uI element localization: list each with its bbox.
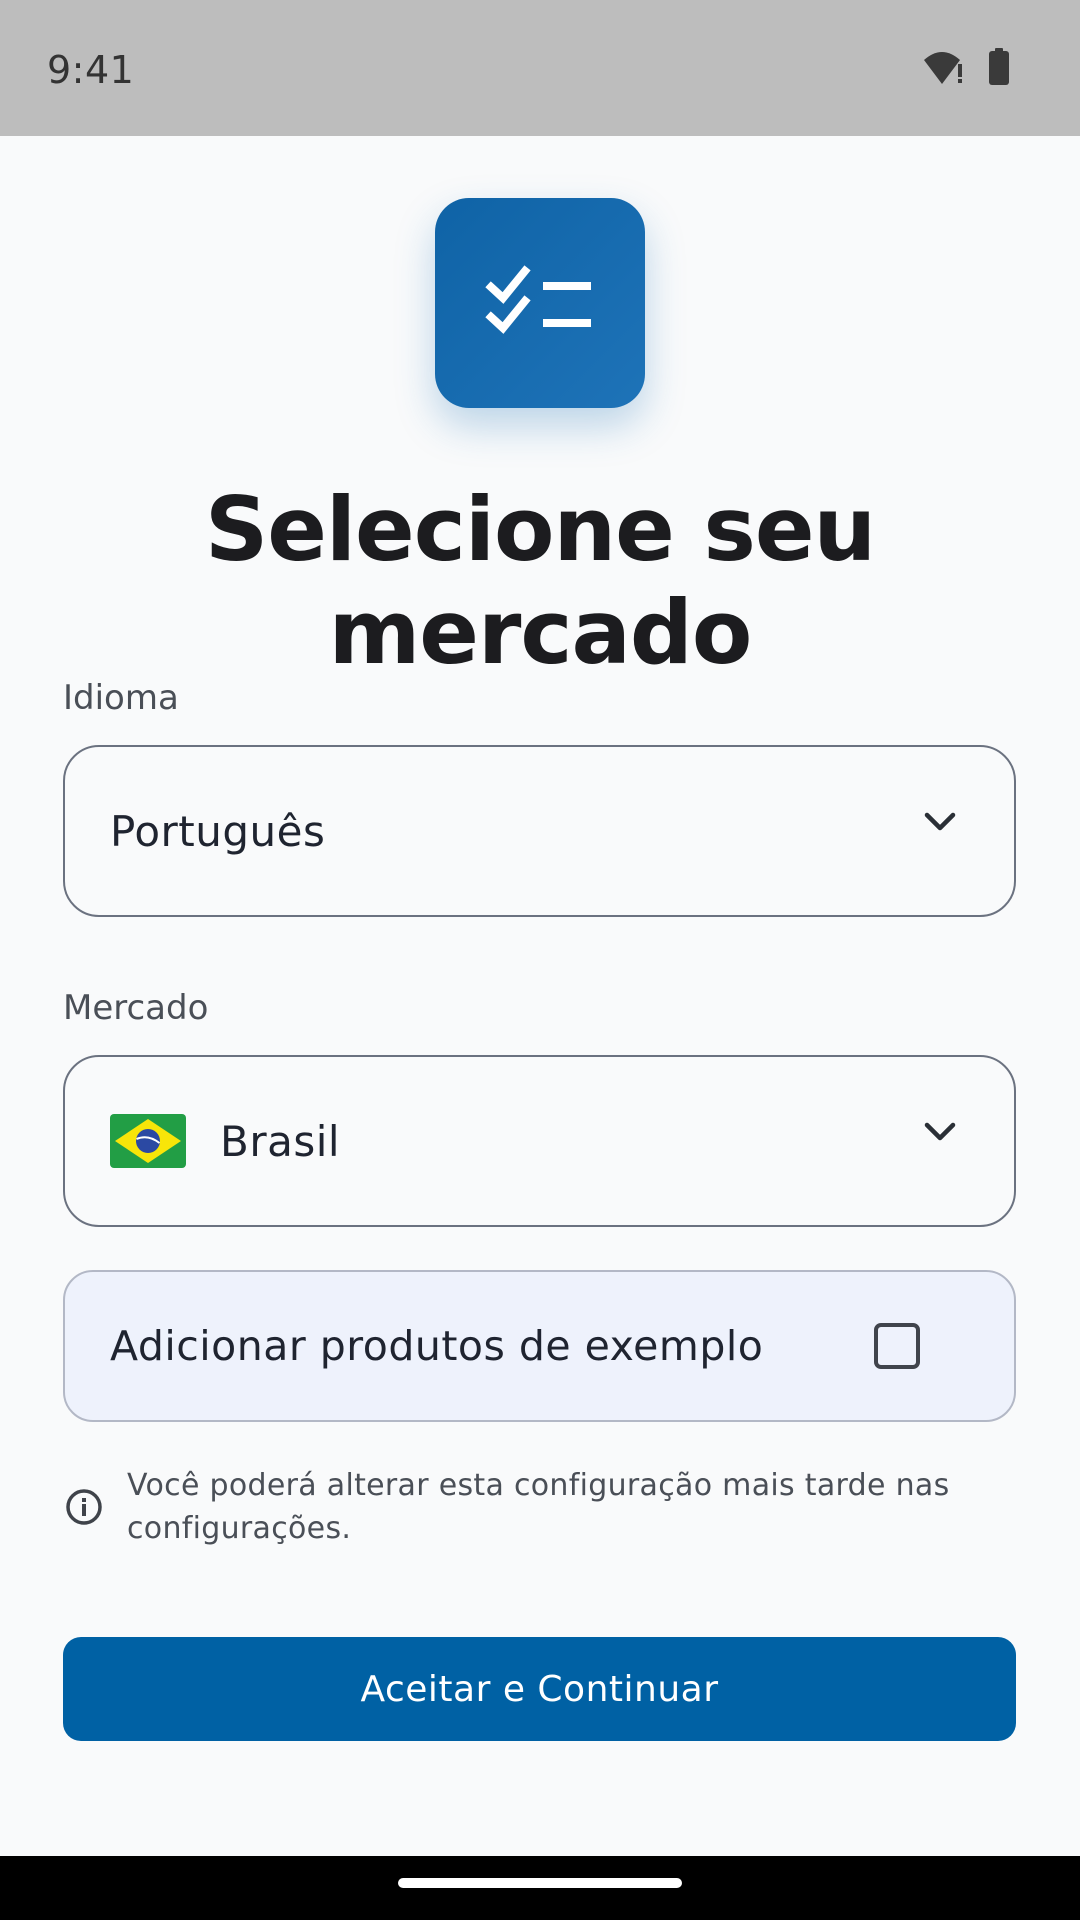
brazil-flag-icon bbox=[65, 1114, 186, 1168]
language-label: Idioma bbox=[63, 678, 179, 718]
accept-continue-button[interactable]: Aceitar e Continuar bbox=[63, 1637, 1016, 1741]
info-icon bbox=[64, 1487, 104, 1531]
checklist-icon bbox=[485, 261, 595, 345]
app-logo bbox=[435, 198, 645, 408]
navigation-bar bbox=[0, 1856, 1080, 1920]
chevron-down-icon bbox=[922, 809, 958, 837]
battery-icon bbox=[988, 48, 1010, 86]
page-title: Selecione seu mercado bbox=[204, 478, 876, 684]
market-label: Mercado bbox=[63, 988, 209, 1028]
wifi-alert-icon bbox=[922, 48, 966, 86]
sample-products-row[interactable]: Adicionar produtos de exemplo bbox=[63, 1270, 1016, 1422]
language-value: Português bbox=[110, 806, 326, 856]
home-gesture-handle[interactable] bbox=[398, 1878, 682, 1888]
chevron-down-icon bbox=[922, 1119, 958, 1147]
market-select[interactable]: Brasil bbox=[63, 1055, 1016, 1227]
sample-products-checkbox[interactable] bbox=[874, 1323, 920, 1369]
status-time: 9:41 bbox=[47, 48, 135, 92]
info-note: Você poderá alterar esta configuração ma… bbox=[127, 1468, 950, 1546]
status-icons bbox=[922, 48, 1010, 86]
language-select[interactable]: Português bbox=[63, 745, 1016, 917]
sample-products-label: Adicionar produtos de exemplo bbox=[110, 1322, 764, 1370]
market-value: Brasil bbox=[220, 1116, 341, 1166]
market-selection-screen: 9:41 Selecione seu mercado Idioma Portug… bbox=[0, 0, 1080, 1920]
status-bar: 9:41 bbox=[0, 0, 1080, 136]
